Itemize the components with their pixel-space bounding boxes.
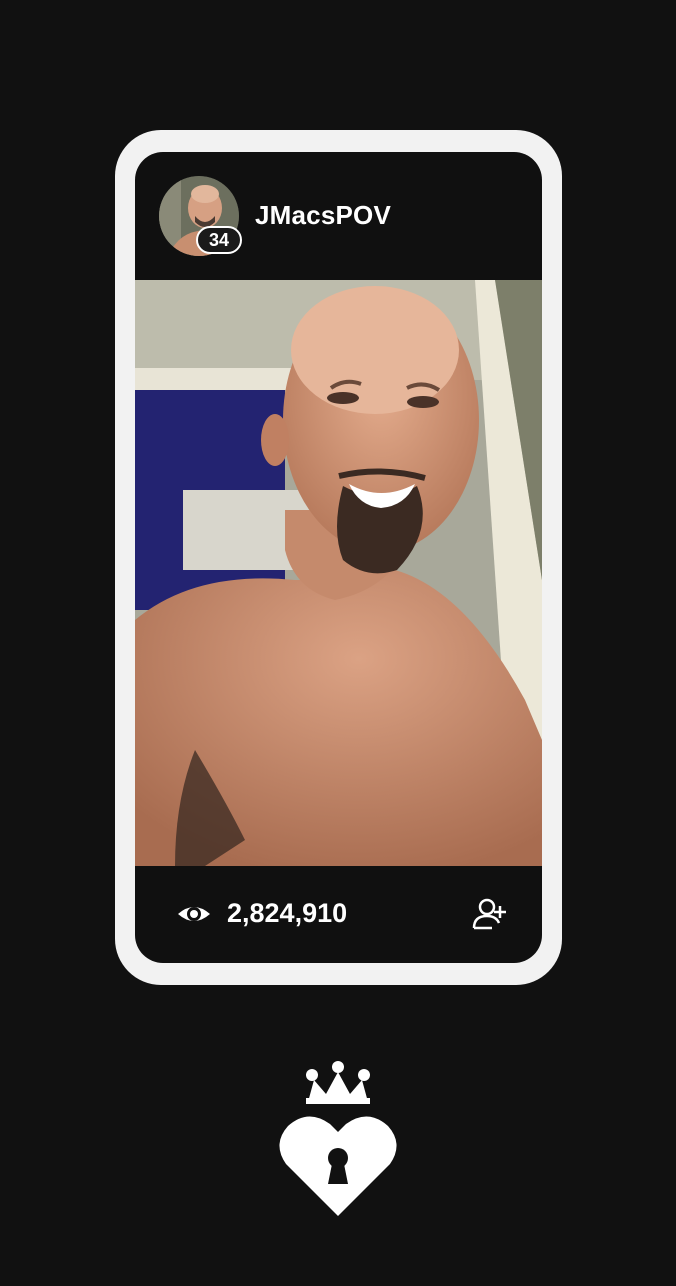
avatar-wrap[interactable]: 34: [159, 176, 242, 256]
views-count: 2,824,910: [227, 898, 348, 928]
profile-photo[interactable]: [135, 280, 542, 866]
profile-header: 34 JMacsPOV: [135, 152, 542, 280]
photo-image: [135, 280, 542, 866]
stats-bar: 2,824,910: [135, 866, 542, 963]
crowned-heart-keyhole-icon: [279, 1061, 397, 1216]
age-badge: 34: [196, 226, 242, 254]
add-user-icon[interactable]: [472, 896, 508, 932]
phone-frame: 34 JMacsPOV 2,824,910: [115, 130, 562, 985]
username[interactable]: JMacsPOV: [255, 200, 391, 231]
profile-card[interactable]: 34 JMacsPOV 2,824,910: [135, 152, 542, 963]
eye-icon: [178, 907, 210, 921]
